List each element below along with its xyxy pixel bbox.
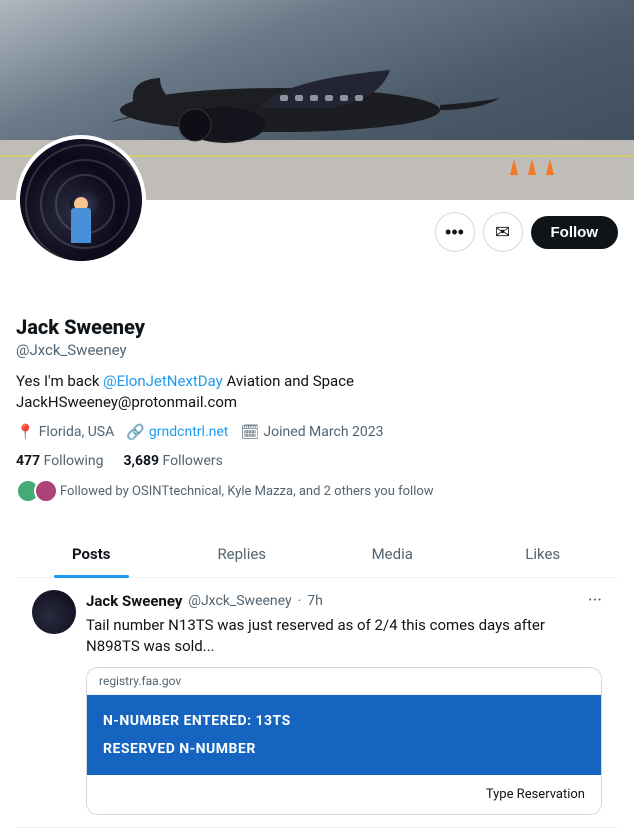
more-options-button[interactable]: •••: [435, 212, 475, 252]
registry-type: Type Reservation: [486, 787, 585, 802]
tab-replies[interactable]: Replies: [167, 531, 318, 577]
profile-tabs: Posts Replies Media Likes: [16, 531, 618, 578]
follow-button[interactable]: Follow: [531, 216, 619, 249]
post-author-avatar: [32, 590, 76, 634]
followers-label: Followers: [163, 453, 223, 469]
follower-avatar-2: [34, 479, 58, 503]
post-author-info: Jack Sweeney @Jxck_Sweeney · 7h: [86, 592, 323, 610]
following-count: 477: [16, 453, 40, 469]
calendar-icon: 🗓: [240, 423, 259, 441]
bio-suffix: Aviation and Space: [223, 372, 354, 390]
post-item: Jack Sweeney @Jxck_Sweeney · 7h ··· Tail…: [16, 578, 618, 828]
posts-list: Jack Sweeney @Jxck_Sweeney · 7h ··· Tail…: [16, 578, 618, 828]
followed-by-text: Followed by OSINTtechnical, Kyle Mazza, …: [60, 484, 434, 499]
link-icon: 🔗: [126, 423, 145, 441]
post-header: Jack Sweeney @Jxck_Sweeney · 7h ···: [86, 590, 602, 611]
bio-text: Yes I'm back: [16, 372, 103, 390]
registry-row-2: RESERVED N-NUMBER: [103, 735, 585, 763]
tab-likes[interactable]: Likes: [468, 531, 619, 577]
followed-by: Followed by OSINTtechnical, Kyle Mazza, …: [16, 479, 618, 503]
followers-stat[interactable]: 3,689 Followers: [123, 453, 222, 469]
bio-mention[interactable]: @ElonJetNextDay: [103, 372, 223, 390]
message-button[interactable]: ✉: [483, 212, 523, 252]
registry-body-row: Type Reservation: [103, 783, 585, 806]
website-link[interactable]: grndcntrl.net: [149, 424, 228, 440]
post-author-handle: @Jxck_Sweeney: [188, 593, 291, 609]
following-stat[interactable]: 477 Following: [16, 453, 103, 469]
post-content: Jack Sweeney @Jxck_Sweeney · 7h ··· Tail…: [86, 590, 602, 815]
follower-avatars: [16, 479, 52, 503]
post-time: 7h: [307, 593, 323, 609]
airplane-silhouette: [80, 40, 530, 170]
display-name: Jack Sweeney: [16, 315, 618, 339]
following-label: Following: [44, 453, 104, 469]
registry-header: N-NUMBER ENTERED: 13TS RESERVED N-NUMBER: [87, 695, 601, 775]
bio-email: JackHSweeney@protonmail.com: [16, 393, 237, 411]
registry-n-number: N-NUMBER ENTERED: 13TS: [103, 713, 585, 729]
followers-count: 3,689: [123, 453, 159, 469]
profile-section: ••• ✉ Follow Jack Sweeney @Jxck_Sweeney …: [0, 200, 634, 828]
tab-posts[interactable]: Posts: [16, 531, 167, 577]
location-text: Florida, USA: [39, 424, 115, 440]
registry-url: registry.faa.gov: [99, 674, 181, 688]
registry-body: Type Reservation: [87, 775, 601, 814]
joined-item: 🗓 Joined March 2023: [240, 423, 383, 441]
registry-url-bar: registry.faa.gov: [87, 668, 601, 695]
meta-row: 📍 Florida, USA 🔗 grndcntrl.net 🗓 Joined …: [16, 423, 618, 441]
stats-row: 477 Following 3,689 Followers: [16, 453, 618, 469]
tab-media[interactable]: Media: [317, 531, 468, 577]
website-item[interactable]: 🔗 grndcntrl.net: [126, 423, 228, 441]
location-icon: 📍: [16, 423, 35, 441]
post-text: Tail number N13TS was just reserved as o…: [86, 615, 602, 657]
bio: Yes I'm back @ElonJetNextDay Aviation an…: [16, 371, 618, 413]
registry-row-1: N-NUMBER ENTERED: 13TS: [103, 707, 585, 735]
post-menu-button[interactable]: ···: [588, 590, 602, 611]
registry-reserved: RESERVED N-NUMBER: [103, 741, 585, 757]
username: @Jxck_Sweeney: [16, 341, 618, 359]
location-item: 📍 Florida, USA: [16, 423, 114, 441]
registry-card: registry.faa.gov N-NUMBER ENTERED: 13TS …: [86, 667, 602, 815]
profile-info: Jack Sweeney @Jxck_Sweeney Yes I'm back …: [16, 315, 618, 515]
post-author-name: Jack Sweeney: [86, 592, 182, 610]
post-dot: ·: [298, 593, 302, 609]
joined-text: Joined March 2023: [263, 424, 383, 440]
avatar: [16, 135, 146, 265]
